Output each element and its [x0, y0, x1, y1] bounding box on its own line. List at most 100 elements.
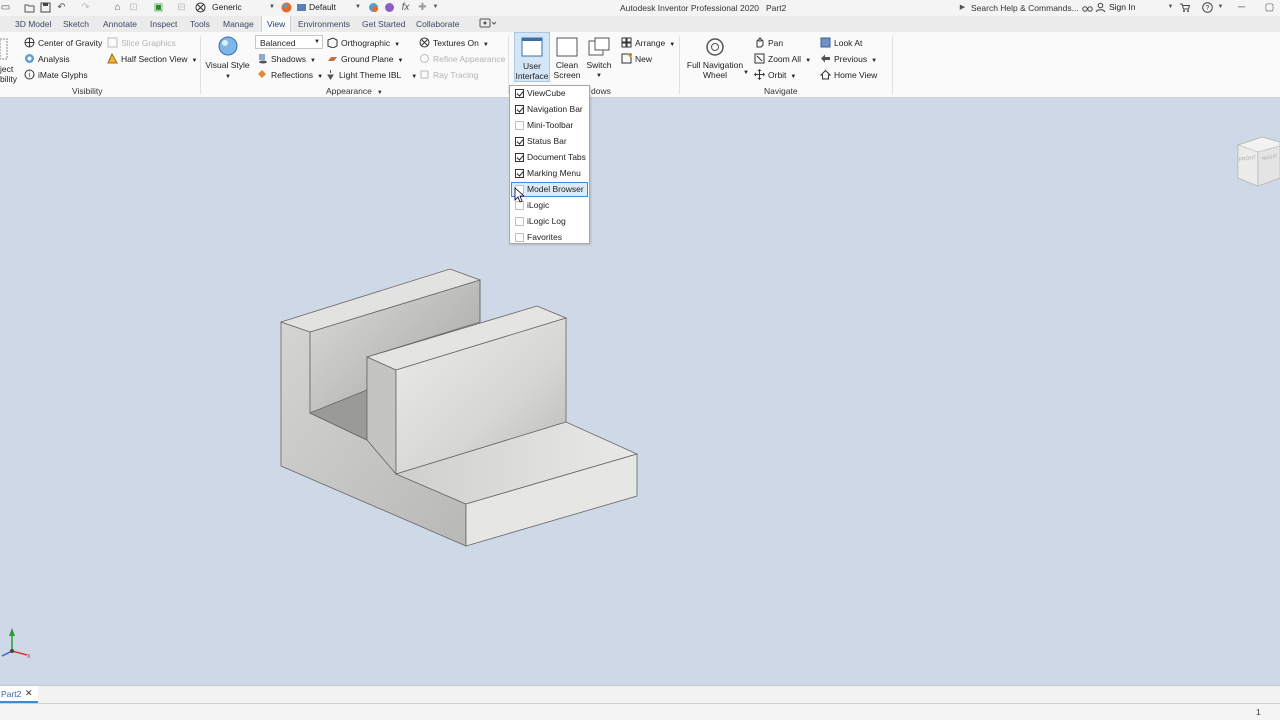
- checkbox-checked[interactable]: [515, 153, 524, 162]
- tab-environments[interactable]: Environments: [298, 19, 350, 29]
- tab-3d-model[interactable]: 3D Model: [15, 19, 51, 29]
- clean-screen-label-1[interactable]: Clean: [552, 60, 582, 70]
- center-of-gravity-button[interactable]: Center of Gravity: [24, 37, 102, 48]
- menu-item-viewcube[interactable]: ViewCube: [511, 86, 588, 101]
- half-section-view-button[interactable]: Half Section View ▼: [107, 52, 197, 64]
- arrange-button[interactable]: Arrange ▼: [621, 37, 675, 48]
- checkbox-checked[interactable]: [515, 137, 524, 146]
- appearance-panel-title[interactable]: Appearance ▼: [326, 86, 383, 96]
- chevron-down-icon: ▼: [376, 90, 383, 96]
- tab-annotate[interactable]: Annotate: [103, 19, 137, 29]
- checkbox-unchecked[interactable]: [515, 233, 524, 242]
- plus-icon[interactable]: ✚: [417, 2, 428, 13]
- tab-manage[interactable]: Manage: [223, 19, 254, 29]
- chevron-down-icon[interactable]: ▼: [595, 71, 603, 81]
- menu-item-ilogic-log[interactable]: iLogic Log: [511, 214, 588, 229]
- shadows-button[interactable]: Shadows ▼: [257, 53, 316, 64]
- chevron-down-icon[interactable]: ▼: [1165, 2, 1176, 13]
- lighting-style-select[interactable]: Light Theme IBL ▼: [325, 69, 417, 80]
- visual-style-button[interactable]: Visual Style: [205, 60, 250, 70]
- home-icon[interactable]: ⌂: [112, 2, 123, 13]
- adjust-icon[interactable]: [384, 2, 395, 13]
- appearance-combo[interactable]: Default ▼: [309, 1, 361, 14]
- tab-tools[interactable]: Tools: [190, 19, 210, 29]
- half-section-icon: [107, 52, 118, 64]
- zoom-all-button[interactable]: Zoom All ▼: [754, 53, 811, 64]
- tab-collaborate[interactable]: Collaborate: [416, 19, 459, 29]
- refine-appearance-button: Refine Appearance: [419, 53, 505, 64]
- orbit-label: Orbit: [768, 70, 787, 80]
- ground-plane-icon: [327, 53, 338, 64]
- previous-view-button[interactable]: Previous ▼: [820, 53, 877, 64]
- checkbox-checked[interactable]: [515, 89, 524, 98]
- app-menu-icon[interactable]: ▭: [0, 2, 11, 13]
- imate-glyphs-button[interactable]: i iMate Glyphs: [24, 69, 88, 80]
- new-window-button[interactable]: New: [621, 53, 652, 64]
- menu-item-document-tabs[interactable]: Document Tabs: [511, 150, 588, 165]
- checkbox-checked[interactable]: [515, 105, 524, 114]
- menu-item-mini-toolbar[interactable]: Mini-Toolbar: [511, 118, 588, 133]
- chevron-down-icon[interactable]: ▼: [224, 72, 232, 82]
- orthographic-label: Orthographic: [341, 38, 391, 48]
- chevron-down-icon[interactable]: ▼: [742, 68, 750, 78]
- switch-button[interactable]: Switch: [584, 60, 614, 70]
- projection-button[interactable]: Orthographic ▼: [327, 37, 400, 49]
- sign-in-link[interactable]: Sign In: [1109, 1, 1135, 14]
- tab-inspect[interactable]: Inspect: [150, 19, 177, 29]
- checkbox-unchecked[interactable]: [515, 121, 524, 130]
- reflections-button[interactable]: Reflections ▼: [257, 69, 323, 80]
- binoculars-icon[interactable]: [1082, 2, 1093, 13]
- menu-item-marking-menu[interactable]: Marking Menu: [511, 166, 588, 181]
- object-visibility-button[interactable]: ject: [0, 64, 13, 74]
- clear-appearance-icon[interactable]: [368, 2, 379, 13]
- cart-icon[interactable]: [1179, 2, 1191, 13]
- pan-button[interactable]: Pan: [754, 37, 783, 48]
- look-at-button[interactable]: Look At: [820, 37, 862, 48]
- clean-screen-label-2[interactable]: Screen: [552, 70, 582, 80]
- undo-icon[interactable]: ↶: [56, 2, 67, 13]
- quality-select[interactable]: Balanced ▼: [255, 35, 323, 49]
- search-input[interactable]: Search Help & Commands...: [962, 1, 1090, 14]
- shadows-label: Shadows: [271, 54, 306, 64]
- menu-item-navigation-bar[interactable]: Navigation Bar: [511, 102, 588, 117]
- graphics-window[interactable]: x FRONT RIGHT: [0, 99, 1280, 685]
- tab-view[interactable]: View: [261, 16, 292, 32]
- object-visibility-icon: [0, 37, 8, 63]
- chevron-down-icon[interactable]: ▼: [430, 2, 441, 13]
- analysis-button[interactable]: Analysis: [24, 53, 70, 64]
- textures-button[interactable]: Textures On ▼: [419, 37, 489, 48]
- menu-item-favorites[interactable]: Favorites: [511, 230, 588, 245]
- user-interface-button[interactable]: User Interface: [514, 32, 550, 82]
- menu-item-label: iLogic Log: [527, 216, 566, 226]
- help-icon[interactable]: ?: [1202, 2, 1213, 13]
- orthographic-icon: [327, 37, 338, 49]
- home-view-button[interactable]: Home View: [819, 69, 877, 80]
- fx-icon[interactable]: fx: [400, 2, 411, 13]
- part-model[interactable]: [279, 268, 639, 547]
- tab-get-started[interactable]: Get Started: [362, 19, 405, 29]
- document-tab-part2[interactable]: Part2 ✕: [0, 686, 38, 703]
- select-icon[interactable]: ▣: [153, 2, 164, 13]
- object-visibility-button[interactable]: bility: [0, 74, 17, 84]
- user-icon[interactable]: [1095, 2, 1106, 13]
- checkbox-checked[interactable]: [515, 169, 524, 178]
- orbit-button[interactable]: Orbit ▼: [754, 69, 796, 80]
- checkbox-unchecked[interactable]: [515, 217, 524, 226]
- new-window-icon: [621, 53, 632, 64]
- tab-sketch[interactable]: Sketch: [63, 19, 89, 29]
- full-navigation-wheel-label-2[interactable]: Wheel: [684, 70, 746, 80]
- center-of-gravity-label: Center of Gravity: [38, 38, 103, 48]
- model-canvas[interactable]: x: [0, 99, 1280, 685]
- pan-label: Pan: [768, 38, 784, 48]
- save-icon[interactable]: [40, 2, 51, 13]
- ribbon-options-icon[interactable]: [479, 18, 497, 31]
- material-combo[interactable]: Generic ▼: [212, 1, 275, 14]
- ground-plane-button[interactable]: Ground Plane ▼: [327, 53, 403, 64]
- full-navigation-wheel-label-1[interactable]: Full Navigation: [684, 60, 746, 70]
- restore-icon[interactable]: ▢: [1264, 2, 1275, 13]
- menu-item-status-bar[interactable]: Status Bar: [511, 134, 588, 149]
- minimize-icon[interactable]: ─: [1236, 2, 1247, 13]
- chevron-down-icon[interactable]: ▼: [1215, 2, 1226, 13]
- open-icon[interactable]: [24, 2, 35, 13]
- close-icon[interactable]: ✕: [25, 688, 33, 699]
